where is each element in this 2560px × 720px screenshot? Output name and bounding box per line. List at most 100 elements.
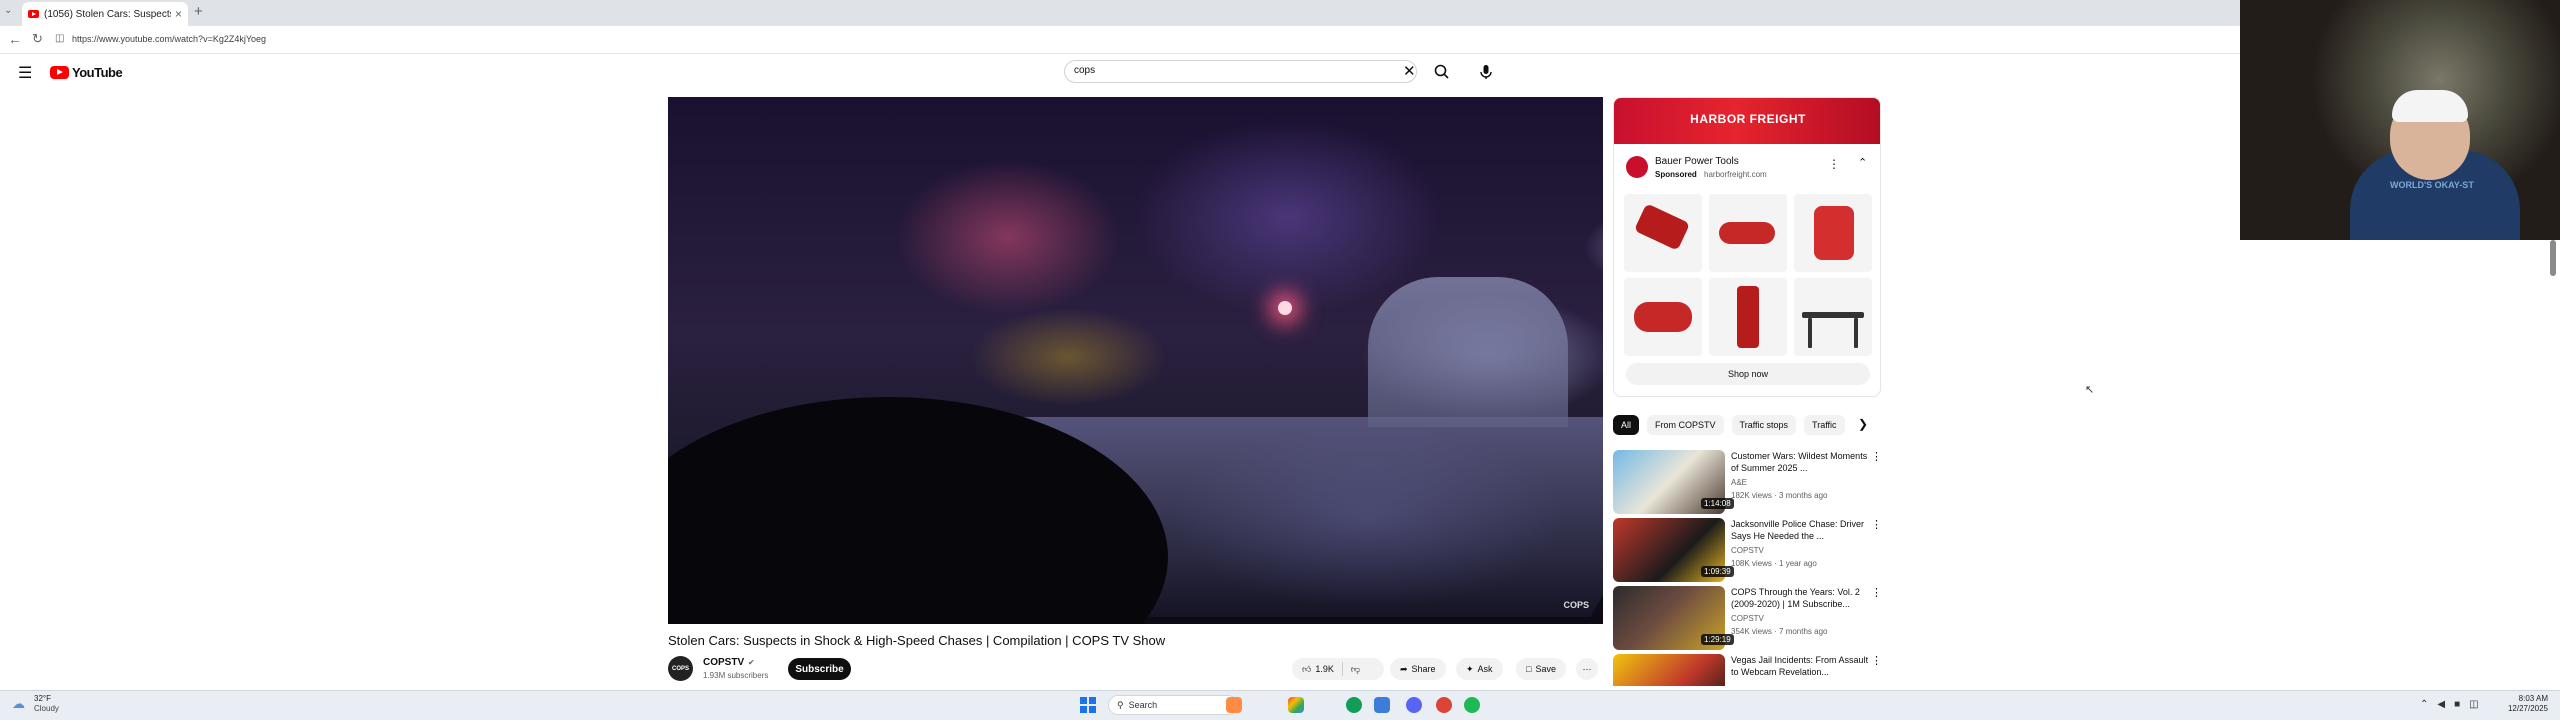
video-meta: 354K views · 7 months ago bbox=[1731, 627, 1828, 636]
scrollbar-thumb[interactable] bbox=[2550, 240, 2556, 276]
back-arrow-icon[interactable]: ← bbox=[8, 31, 22, 47]
ad-product-image[interactable] bbox=[1794, 194, 1872, 272]
tab-title: (1056) Stolen Cars: Suspects i bbox=[44, 8, 171, 20]
video-meta: 108K views · 1 year ago bbox=[1731, 559, 1817, 568]
search-input[interactable] bbox=[1064, 60, 1417, 83]
sparkle-icon: ✦ bbox=[1466, 663, 1474, 674]
more-icon[interactable]: ⋮ bbox=[1871, 450, 1882, 463]
video-title[interactable]: Customer Wars: Wildest Moments of Summer… bbox=[1731, 450, 1871, 474]
taskbar bbox=[0, 690, 2560, 720]
clock-time[interactable]: 8:03 AM bbox=[2500, 694, 2548, 703]
spotify-icon[interactable] bbox=[1464, 697, 1480, 713]
cloud-icon[interactable]: ☁ bbox=[12, 696, 25, 712]
dislike-icon[interactable]: 👎︎ bbox=[1351, 664, 1360, 675]
edge-browser-icon[interactable] bbox=[1346, 697, 1362, 713]
weather-temperature[interactable]: 32°F bbox=[34, 694, 51, 703]
ad-product-image[interactable] bbox=[1624, 278, 1702, 356]
more-icon[interactable]: ⋮ bbox=[1871, 654, 1882, 667]
bookmark-icon: □ bbox=[1526, 664, 1532, 674]
chip-all[interactable]: All bbox=[1613, 415, 1640, 435]
recommendation-item[interactable]: 1:09:39 Jacksonville Police Chase: Drive… bbox=[1613, 518, 1883, 582]
recommendation-item[interactable]: 1:29:19 COPS Through the Years: Vol. 2 (… bbox=[1613, 586, 1883, 650]
video-title[interactable]: COPS Through the Years: Vol. 2 (2009-202… bbox=[1731, 586, 1871, 610]
taskbar-search[interactable]: ⚲ Search bbox=[1108, 695, 1238, 715]
windows-start-icon[interactable] bbox=[1080, 697, 1096, 713]
video-title: Stolen Cars: Suspects in Shock & High-Sp… bbox=[668, 633, 1166, 648]
close-tab-icon[interactable]: × bbox=[175, 7, 182, 21]
new-tab-button[interactable]: + bbox=[194, 3, 203, 20]
search-icon[interactable] bbox=[1432, 62, 1452, 82]
webcam-headset bbox=[2392, 90, 2468, 122]
video-thumbnail[interactable] bbox=[1613, 654, 1725, 686]
like-count[interactable]: 1.9K bbox=[1315, 664, 1334, 674]
microphone-icon[interactable] bbox=[1476, 62, 1496, 82]
chip-traffic[interactable]: Traffic bbox=[1804, 415, 1845, 435]
verified-icon: ✔ bbox=[748, 658, 755, 667]
ad-product-image[interactable] bbox=[1709, 194, 1787, 272]
shop-now-button[interactable]: Shop now bbox=[1626, 363, 1870, 385]
chip-traffic-stops[interactable]: Traffic stops bbox=[1731, 415, 1797, 435]
site-info-icon[interactable]: ◫ bbox=[55, 33, 64, 44]
weather-condition[interactable]: Cloudy bbox=[34, 704, 59, 713]
channel-name[interactable]: COPSTV bbox=[1731, 614, 1764, 623]
discord-icon[interactable] bbox=[1406, 697, 1422, 713]
youtube-logo-text: YouTube bbox=[72, 65, 123, 80]
video-title[interactable]: Vegas Jail Incidents: From Assault to We… bbox=[1731, 654, 1871, 678]
youtube-logo[interactable]: YouTube bbox=[50, 65, 123, 80]
youtube-favicon-icon bbox=[28, 10, 39, 18]
more-actions-icon[interactable]: ⋯ bbox=[1576, 658, 1598, 680]
more-icon[interactable]: ⋮ bbox=[1871, 518, 1882, 531]
ad-more-icon[interactable]: ⋮ bbox=[1828, 157, 1840, 171]
share-icon: ➦ bbox=[1400, 663, 1408, 674]
channel-name[interactable]: A&E bbox=[1731, 478, 1747, 487]
share-button[interactable]: ➦ Share bbox=[1390, 658, 1446, 680]
video-player[interactable]: COPS bbox=[668, 97, 1603, 624]
ad-product-image[interactable] bbox=[1794, 278, 1872, 356]
subscribe-button[interactable]: Subscribe bbox=[788, 658, 851, 680]
copilot-icon[interactable] bbox=[1288, 697, 1304, 713]
search-query[interactable]: cops bbox=[1074, 65, 1095, 76]
like-icon[interactable]: 👍︎ bbox=[1302, 664, 1311, 675]
url-field[interactable]: https://www.youtube.com/watch?v=Kg2Z4kjY… bbox=[72, 34, 266, 44]
reload-icon[interactable]: ↻ bbox=[32, 31, 43, 47]
recommendation-item[interactable]: Vegas Jail Incidents: From Assault to We… bbox=[1613, 654, 1883, 686]
more-icon[interactable]: ⋮ bbox=[1871, 586, 1882, 599]
file-explorer-icon[interactable] bbox=[1374, 697, 1390, 713]
ad-product-image[interactable] bbox=[1709, 278, 1787, 356]
chevron-right-icon[interactable]: ❯ bbox=[1858, 417, 1868, 431]
news-app-icon[interactable] bbox=[1226, 697, 1242, 713]
chip-from-copstv[interactable]: From COPSTV bbox=[1647, 415, 1724, 435]
clock-date[interactable]: 12/27/2025 bbox=[2500, 704, 2548, 713]
chrome-icon[interactable] bbox=[1436, 697, 1452, 713]
youtube-play-icon bbox=[50, 66, 69, 79]
ad-sponsored-label: Sponsored bbox=[1655, 170, 1697, 179]
channel-avatar[interactable]: COPS bbox=[668, 656, 693, 681]
save-label: Save bbox=[1535, 664, 1556, 674]
video-watermark: COPS bbox=[1563, 600, 1589, 610]
ad-card[interactable]: HARBOR FREIGHT Bauer Power Tools Sponsor… bbox=[1613, 97, 1881, 397]
channel-name[interactable]: COPSTV bbox=[703, 657, 744, 668]
recommendation-item[interactable]: 1:14:08 Customer Wars: Wildest Moments o… bbox=[1613, 450, 1883, 514]
chevron-up-icon[interactable]: ⌃ bbox=[1858, 156, 1867, 169]
ad-product-image[interactable] bbox=[1624, 194, 1702, 272]
like-dislike-group: 👍︎ 1.9K 👎︎ bbox=[1292, 658, 1384, 680]
browser-tab[interactable]: (1056) Stolen Cars: Suspects i × bbox=[22, 2, 188, 26]
webcam-shirt-text: WORLD'S OKAY-ST bbox=[2390, 180, 2474, 190]
save-button[interactable]: □ Save bbox=[1516, 658, 1566, 680]
ad-title[interactable]: Bauer Power Tools bbox=[1655, 156, 1739, 167]
filter-chips: All From COPSTV Traffic stops Traffic bbox=[1613, 415, 1845, 435]
video-meta: 182K views · 3 months ago bbox=[1731, 491, 1828, 500]
video-title[interactable]: Jacksonville Police Chase: Driver Says H… bbox=[1731, 518, 1871, 542]
page-scrollbar[interactable] bbox=[2548, 240, 2558, 690]
hamburger-menu-icon[interactable]: ☰ bbox=[18, 63, 32, 83]
browser-tab-strip bbox=[0, 0, 2240, 26]
mouse-cursor-icon: ↖ bbox=[2085, 384, 2095, 396]
tab-list-icon[interactable]: ⌄ bbox=[4, 5, 12, 16]
video-duration: 1:29:19 bbox=[1701, 634, 1734, 645]
channel-name[interactable]: COPSTV bbox=[1731, 546, 1764, 555]
system-tray-icons[interactable]: ⌃◀■◫ bbox=[2420, 699, 2488, 710]
clear-search-icon[interactable]: ✕ bbox=[1403, 62, 1416, 80]
ask-button[interactable]: ✦ Ask bbox=[1456, 658, 1503, 680]
ad-banner-text: HARBOR FREIGHT bbox=[1690, 112, 1806, 126]
video-duration: 1:09:39 bbox=[1701, 566, 1734, 577]
